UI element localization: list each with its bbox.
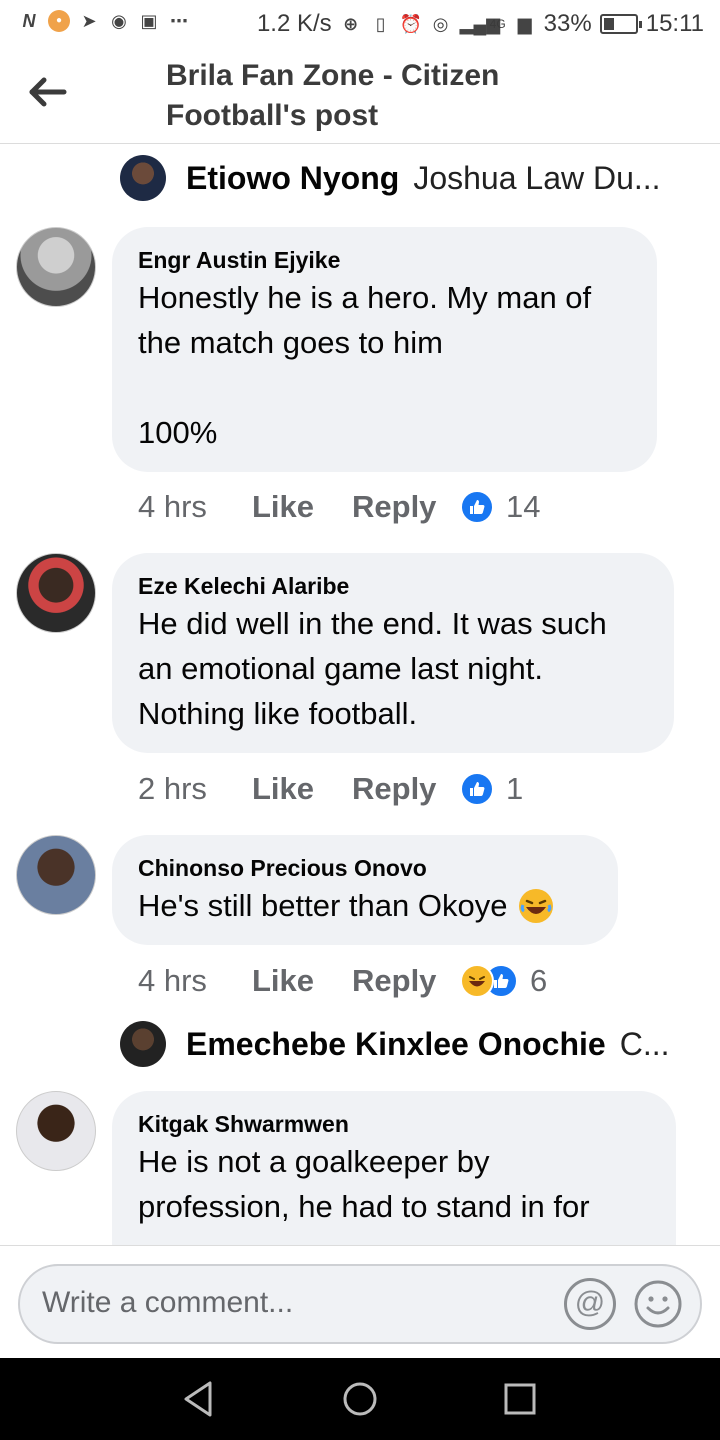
- battery-icon: [599, 14, 642, 34]
- comment-actions: 2 hrs Like Reply 1: [138, 767, 523, 811]
- comment-author[interactable]: Kitgak Shwarmwen: [138, 1109, 650, 1139]
- like-button[interactable]: Like: [252, 963, 352, 999]
- thumbs-up-icon: [460, 772, 494, 806]
- cell-signal-icon: ▆: [517, 14, 532, 34]
- emoji-button[interactable]: [632, 1278, 684, 1330]
- reply-author[interactable]: Emechebe Kinxlee Onochie: [186, 1026, 606, 1063]
- reply-preview[interactable]: Emechebe Kinxlee Onochie C...: [120, 1019, 680, 1069]
- whatsapp-icon: ◉: [111, 11, 127, 31]
- reply-author[interactable]: Etiowo Nyong: [186, 160, 399, 197]
- reply-button[interactable]: Reply: [352, 963, 460, 999]
- comment-text-row: He's still better than Okoye: [138, 883, 592, 928]
- reply-text: C...: [619, 1025, 670, 1062]
- laughing-emoji-icon: [519, 888, 554, 923]
- system-navigation-bar: [0, 1358, 720, 1440]
- avatar[interactable]: [120, 155, 166, 201]
- comment-bubble[interactable]: Chinonso Precious Onovo He's still bette…: [112, 835, 618, 945]
- reaction-count: 6: [530, 963, 548, 998]
- circle-home-icon: [343, 1382, 377, 1416]
- comment-input-box[interactable]: Write a comment... @: [18, 1264, 702, 1344]
- comment-bubble[interactable]: Eze Kelechi Alaribe He did well in the e…: [112, 553, 674, 753]
- reply-preview[interactable]: Etiowo Nyong Joshua Law Du...: [120, 153, 680, 203]
- battery-percent: 33%: [543, 10, 592, 37]
- vibrate-icon: ▯: [375, 14, 386, 34]
- vpn-icon: ⊕: [343, 14, 359, 34]
- comment-feed[interactable]: Etiowo Nyong Joshua Law Du... Engr Austi…: [0, 145, 720, 1245]
- comment-bubble[interactable]: Kitgak Shwarmwen He is not a goalkeeper …: [112, 1091, 676, 1245]
- comment-author[interactable]: Eze Kelechi Alaribe: [138, 571, 648, 601]
- square-recents-icon: [504, 1383, 536, 1415]
- home-nav-button[interactable]: [336, 1375, 384, 1423]
- wifi-signal-icon: ▂▄▆: [459, 14, 501, 34]
- back-button[interactable]: [24, 72, 72, 112]
- status-icons-right: 1.2 K/s ⊕ ▯ ⏰ ◎ ▂▄▆ 4G ▆ 33% 15:11: [257, 10, 704, 38]
- app-notification-icon: ●: [48, 10, 70, 32]
- smiley-icon: [634, 1280, 682, 1328]
- comment-text: He's still better than Okoye: [138, 888, 508, 923]
- avatar[interactable]: [16, 835, 96, 915]
- status-bar: N ● ➤ ◉ ▣ ⋯ 1.2 K/s ⊕ ▯ ⏰ ◎ ▂▄▆ 4G ▆ 33%…: [0, 0, 720, 48]
- comment-author[interactable]: Engr Austin Ejyike: [138, 245, 631, 275]
- haha-reaction-icon: [460, 964, 494, 998]
- eye-comfort-icon: ◎: [432, 14, 449, 34]
- reactions-summary[interactable]: 1: [460, 771, 523, 807]
- reactions-summary[interactable]: 6: [460, 963, 547, 999]
- back-nav-button[interactable]: [176, 1375, 224, 1423]
- reply-button[interactable]: Reply: [352, 489, 460, 525]
- like-button[interactable]: Like: [252, 771, 352, 807]
- clock: 15:11: [645, 10, 704, 37]
- mention-icon[interactable]: @: [564, 1278, 616, 1330]
- alarm-icon: ⏰: [399, 14, 423, 34]
- reaction-count: 14: [506, 489, 541, 524]
- reaction-count: 1: [506, 771, 524, 806]
- status-icons-left: N ● ➤ ◉ ▣ ⋯: [18, 10, 190, 32]
- avatar[interactable]: [120, 1021, 166, 1067]
- avatar[interactable]: [16, 1091, 96, 1171]
- n-app-icon: N: [22, 11, 36, 31]
- page-header: Brila Fan Zone - Citizen Football's post: [0, 48, 720, 144]
- like-button[interactable]: Like: [252, 489, 352, 525]
- comment-time[interactable]: 2 hrs: [138, 771, 252, 807]
- recents-nav-button[interactable]: [496, 1375, 544, 1423]
- comment-input[interactable]: Write a comment...: [42, 1286, 293, 1320]
- reply-button[interactable]: Reply: [352, 771, 460, 807]
- comment-time[interactable]: 4 hrs: [138, 489, 252, 525]
- net-speed: 1.2 K/s: [256, 10, 332, 37]
- more-notifications-icon: ⋯: [170, 11, 188, 31]
- comment-bubble[interactable]: Engr Austin Ejyike Honestly he is a hero…: [112, 227, 657, 472]
- network-type: 4G: [489, 17, 506, 31]
- arrow-left-icon: [29, 77, 67, 107]
- comment-composer: Write a comment... @: [0, 1245, 720, 1357]
- avatar[interactable]: [16, 227, 96, 307]
- page-title: Brila Fan Zone - Citizen Football's post: [166, 59, 500, 132]
- comment-text: Honestly he is a hero. My man of the mat…: [138, 280, 592, 450]
- comment-text: He did well in the end. It was such an e…: [138, 606, 607, 731]
- reply-text: Joshua Law Du...: [413, 159, 661, 196]
- avatar[interactable]: [16, 553, 96, 633]
- telegram-icon: ➤: [81, 11, 97, 31]
- comment-actions: 4 hrs Like Reply 6: [138, 959, 547, 1003]
- comment-author[interactable]: Chinonso Precious Onovo: [138, 853, 592, 883]
- comment-time[interactable]: 4 hrs: [138, 963, 252, 999]
- gallery-icon: ▣: [140, 11, 158, 31]
- triangle-back-icon: [184, 1381, 212, 1417]
- comment-text: He is not a goalkeeper by profession, he…: [138, 1144, 590, 1224]
- reactions-summary[interactable]: 14: [460, 489, 540, 525]
- comment-actions: 4 hrs Like Reply 14: [138, 485, 540, 529]
- thumbs-up-icon: [460, 490, 494, 524]
